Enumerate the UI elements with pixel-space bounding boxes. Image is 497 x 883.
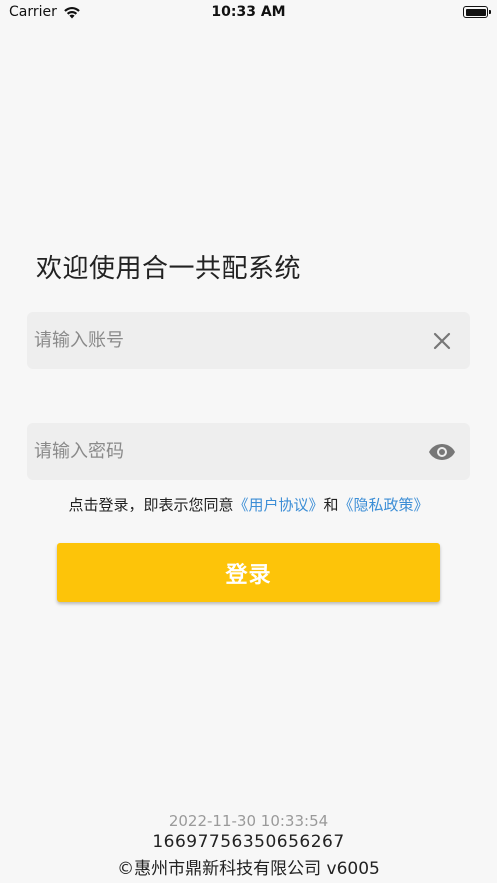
account-input[interactable] — [34, 330, 426, 351]
agreement-text: 点击登录，即表示您同意《用户协议》和《隐私政策》 — [0, 494, 497, 515]
footer-datetime: 2022-11-30 10:33:54 — [168, 812, 329, 830]
account-field — [27, 312, 470, 369]
agreement-and: 和 — [323, 496, 339, 514]
agreement-prefix: 点击登录，即表示您同意 — [68, 496, 234, 514]
footer-company: ©惠州市鼎新科技有限公司 v6005 — [117, 859, 380, 879]
welcome-title: 欢迎使用合一共配系统 — [36, 254, 302, 284]
clear-button[interactable] — [426, 325, 458, 357]
status-bar: Carrier 10:33 AM — [0, 0, 497, 26]
status-time: 10:33 AM — [211, 4, 286, 20]
privacy-policy-link[interactable]: 《隐私政策》 — [339, 496, 429, 514]
footer-id: 16697756350656267 — [152, 832, 345, 852]
eye-icon — [429, 443, 455, 460]
password-input[interactable] — [34, 441, 426, 462]
close-icon — [433, 332, 451, 349]
toggle-visibility-button[interactable] — [426, 436, 458, 468]
password-field — [27, 423, 470, 480]
login-button[interactable]: 登录 — [57, 543, 440, 602]
battery-icon — [463, 6, 491, 18]
user-agreement-link[interactable]: 《用户协议》 — [233, 496, 323, 514]
